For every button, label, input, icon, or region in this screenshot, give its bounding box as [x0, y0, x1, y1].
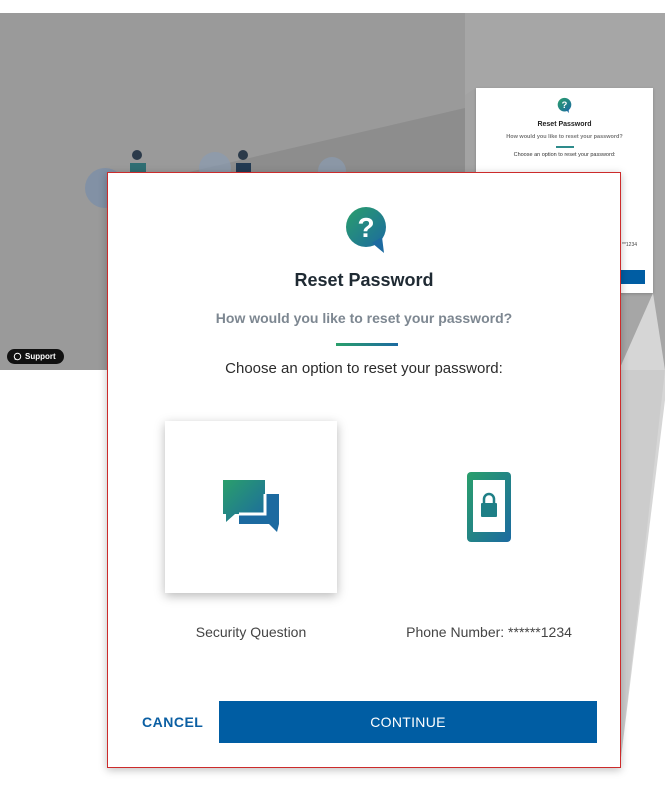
option-label-phone-number: Phone Number: ******1234: [406, 624, 572, 640]
title-divider: [336, 343, 398, 346]
mini-phone-fragment: **1234: [622, 242, 638, 248]
mini-continue-button: [621, 270, 645, 284]
option-label-security-question: Security Question: [195, 624, 307, 640]
phone-lock-icon: [467, 472, 511, 542]
option-phone-number[interactable]: [403, 421, 575, 593]
svg-text:?: ?: [562, 100, 568, 110]
option-security-question[interactable]: [165, 421, 337, 593]
continue-button[interactable]: CONTINUE: [219, 701, 597, 743]
question-bubble-icon: ?: [557, 97, 572, 114]
cancel-button[interactable]: CANCEL: [130, 701, 210, 743]
chat-bubbles-icon: [223, 480, 279, 532]
dialog-subtitle: How would you like to reset your passwor…: [215, 310, 513, 326]
mini-choose-text: Choose an option to reset your password:: [513, 152, 616, 158]
mini-title: Reset Password: [537, 121, 592, 128]
mini-subtitle: How would you like to reset your passwor…: [506, 134, 623, 140]
mini-divider: [556, 146, 574, 148]
svg-text:?: ?: [357, 212, 374, 243]
question-bubble-icon: ?: [346, 207, 386, 253]
reset-password-dialog: ? Reset Password How would you like to r…: [107, 172, 621, 768]
choose-option-text: Choose an option to reset your password:: [225, 360, 503, 377]
dialog-title: Reset Password: [294, 270, 434, 290]
